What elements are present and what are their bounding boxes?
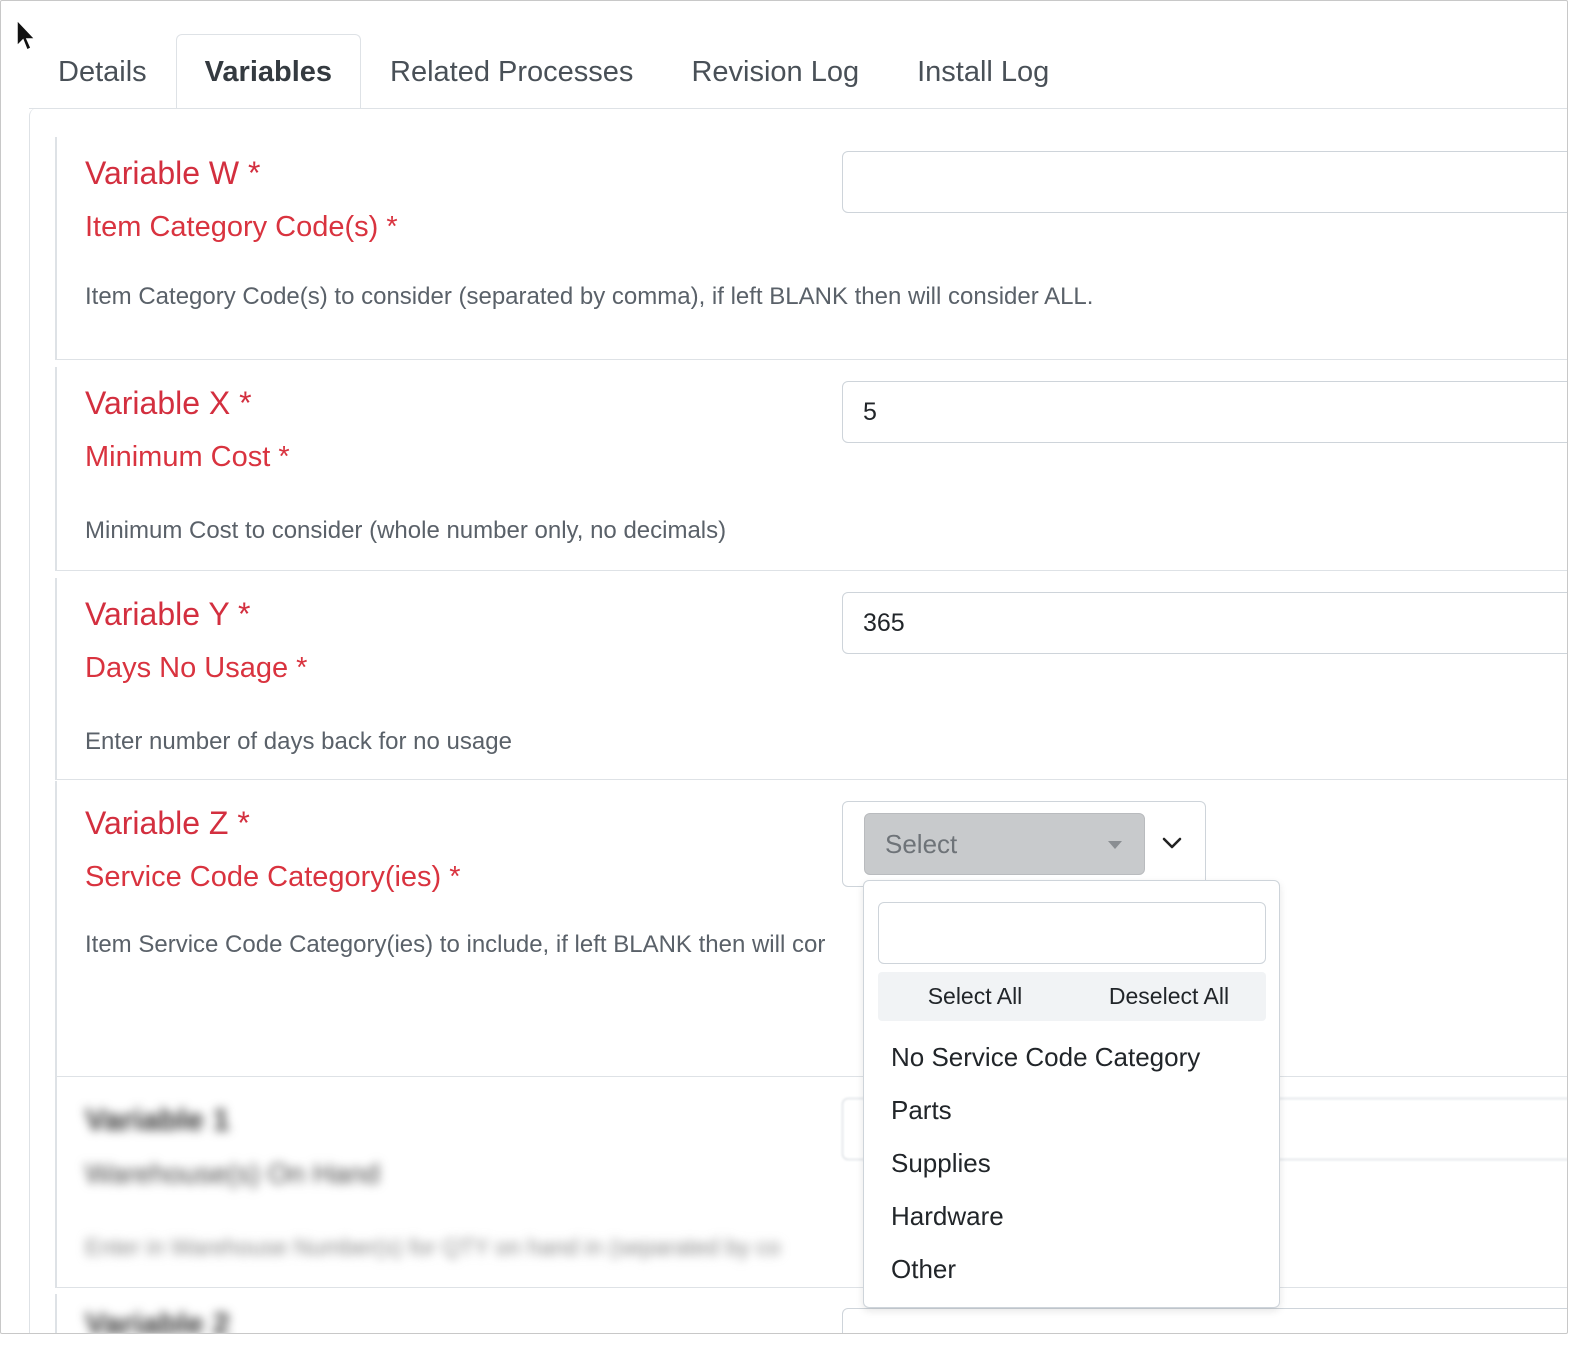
dropdown-search-input[interactable] (878, 902, 1266, 964)
tab-revision-log[interactable]: Revision Log (662, 34, 888, 109)
variable-name: Variable 1 (85, 1102, 230, 1137)
tab-label: Details (58, 55, 147, 88)
select-all-button[interactable]: Select All (878, 972, 1072, 1021)
dropdown-option-parts[interactable]: Parts (864, 1084, 1279, 1137)
variable-2-input[interactable] (842, 1308, 1567, 1333)
variable-row-y: Variable Y * Days No Usage * Enter numbe… (55, 578, 1567, 780)
variable-name: Variable 2 (85, 1306, 230, 1334)
variable-label: Service Code Category(ies) * (85, 861, 461, 893)
caret-down-icon (1108, 841, 1122, 849)
dropdown-option-supplies[interactable]: Supplies (864, 1137, 1279, 1190)
dropdown-options: No Service Code Category Parts Supplies … (864, 1031, 1279, 1296)
select-button[interactable]: Select (864, 813, 1145, 875)
tab-label: Related Processes (390, 55, 634, 88)
select-placeholder: Select (885, 828, 958, 859)
variable-row-2: Variable 2 (55, 1294, 1567, 1334)
variable-row-w: Variable W * Item Category Code(s) * Ite… (55, 137, 1567, 360)
deselect-all-button[interactable]: Deselect All (1072, 972, 1266, 1021)
blurred-rows: Variable 1 Warehouse(s) On Hand Enter in… (55, 1076, 1567, 1334)
variable-row-1: Variable 1 Warehouse(s) On Hand Enter in… (55, 1076, 1567, 1288)
tab-details[interactable]: Details (29, 34, 176, 109)
service-code-category-select[interactable]: Select (842, 801, 1206, 887)
variable-row-x: Variable X * Minimum Cost * Minimum Cost… (55, 367, 1567, 571)
variable-help-text: Enter in Warehouse Number(s) for QTY on … (85, 1234, 781, 1260)
tab-label: Install Log (917, 55, 1050, 88)
variable-label: Warehouse(s) On Hand (85, 1158, 380, 1189)
variable-label: Minimum Cost * (85, 441, 290, 473)
dropdown-option-no-service-code-category[interactable]: No Service Code Category (864, 1031, 1279, 1084)
item-category-codes-input[interactable] (842, 151, 1567, 213)
tab-label: Variables (204, 55, 333, 88)
days-no-usage-input[interactable] (842, 592, 1567, 654)
variable-help-text: Enter number of days back for no usage (85, 728, 512, 755)
variable-help-text: Item Service Code Category(ies) to inclu… (85, 931, 826, 958)
variable-name: Variable Y * (85, 596, 251, 632)
tab-variables[interactable]: Variables (175, 34, 362, 109)
variable-row-z: Variable Z * Service Code Category(ies) … (55, 781, 1567, 1077)
variable-help-text: Minimum Cost to consider (whole number o… (85, 517, 727, 544)
service-code-category-dropdown: Select All Deselect All No Service Code … (863, 880, 1280, 1308)
variable-name: Variable W * (85, 155, 261, 191)
tab-install-log[interactable]: Install Log (888, 34, 1078, 109)
tab-bar: Details Variables Related Processes Revi… (29, 34, 1078, 109)
dropdown-actions: Select All Deselect All (878, 972, 1266, 1021)
variable-help-text: Item Category Code(s) to consider (separ… (85, 283, 1094, 310)
dropdown-option-hardware[interactable]: Hardware (864, 1190, 1279, 1243)
app-window: Details Variables Related Processes Revi… (0, 0, 1568, 1334)
minimum-cost-input[interactable] (842, 381, 1567, 443)
variable-label: Item Category Code(s) * (85, 211, 398, 243)
variable-label: Days No Usage * (85, 652, 308, 684)
variable-name: Variable X * (85, 385, 252, 421)
tab-related-processes[interactable]: Related Processes (361, 34, 662, 109)
chevron-down-icon[interactable] (1161, 835, 1183, 851)
variable-name: Variable Z * (85, 805, 250, 841)
dropdown-option-other[interactable]: Other (864, 1243, 1279, 1296)
tab-label: Revision Log (691, 55, 860, 88)
